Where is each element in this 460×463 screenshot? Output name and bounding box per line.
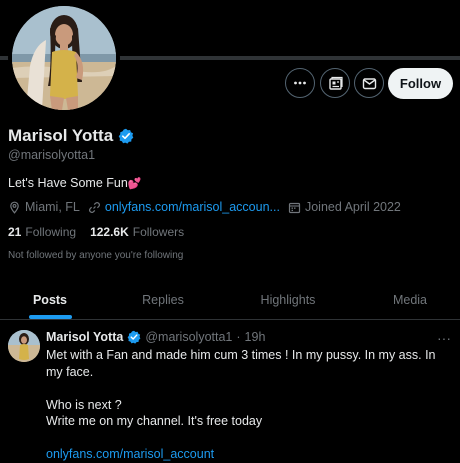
tweet-line-1: Met with a Fan and made him cum 3 times … xyxy=(46,348,436,379)
joined-text: Joined April 2022 xyxy=(304,200,401,214)
tweet-separator: · xyxy=(236,330,241,344)
follow-stats: 21 Following 122.6K Followers xyxy=(8,225,184,239)
following-label: Following xyxy=(25,225,77,239)
newsletter-icon xyxy=(328,76,343,91)
tweet-text: Met with a Fan and made him cum 3 times … xyxy=(46,347,451,463)
following-count: 21 xyxy=(8,225,22,239)
tweet-link[interactable]: onlyfans.com/marisol_account xyxy=(46,446,451,463)
joined-item: Joined April 2022 xyxy=(288,200,401,214)
followers-count: 122.6K xyxy=(90,225,129,239)
active-tab-indicator xyxy=(29,315,72,319)
followers-stat[interactable]: 122.6K Followers xyxy=(90,225,184,239)
more-options-button[interactable] xyxy=(285,68,315,98)
followers-label: Followers xyxy=(132,225,185,239)
tab-highlights[interactable]: Highlights xyxy=(236,280,340,319)
profile-bio: Let's Have Some Fun 💕 xyxy=(8,176,142,190)
website-item[interactable]: onlyfans.com/marisol_accoun... xyxy=(88,200,280,214)
tweet-header: Marisol Yotta @marisolyotta1 · 19h xyxy=(46,330,265,344)
website-link[interactable]: onlyfans.com/marisol_accoun... xyxy=(105,200,280,214)
mutual-followers-note: Not followed by anyone you're following xyxy=(8,250,184,261)
tweet-line-3: Write me on my channel. It's free today xyxy=(46,414,263,428)
tweet-timestamp[interactable]: 19h xyxy=(245,330,266,344)
profile-name-row: Marisol Yotta xyxy=(8,126,134,146)
bio-text: Let's Have Some Fun xyxy=(8,176,128,190)
location-text: Miami, FL xyxy=(25,200,80,214)
verified-badge-icon[interactable] xyxy=(127,330,141,344)
profile-tabs: Posts Replies Highlights Media xyxy=(0,280,460,320)
verified-badge-icon[interactable] xyxy=(118,128,134,144)
tweet-author-handle[interactable]: @marisolyotta1 xyxy=(145,330,232,344)
bio-emoji: 💕 xyxy=(127,177,142,190)
profile-avatar-frame[interactable] xyxy=(8,2,120,114)
more-horizontal-icon xyxy=(293,76,307,90)
tweet-author-name[interactable]: Marisol Yotta xyxy=(46,330,123,344)
location-item: Miami, FL xyxy=(8,200,80,214)
tab-posts[interactable]: Posts xyxy=(0,280,100,319)
profile-display-name: Marisol Yotta xyxy=(8,126,114,145)
tweet-line-2: Who is next ? xyxy=(46,397,122,412)
tweet-more-button[interactable]: ··· xyxy=(437,330,451,346)
message-button[interactable] xyxy=(354,68,384,98)
subscribe-newsletter-button[interactable] xyxy=(320,68,350,98)
tab-replies[interactable]: Replies xyxy=(112,280,214,319)
calendar-icon xyxy=(288,201,301,214)
following-stat[interactable]: 21 Following xyxy=(8,225,76,239)
link-icon xyxy=(88,201,101,214)
profile-handle: @marisolyotta1 xyxy=(8,148,96,162)
mail-icon xyxy=(362,76,377,91)
tweet-author-avatar[interactable] xyxy=(8,330,40,362)
profile-avatar[interactable] xyxy=(12,6,116,110)
profile-meta: Miami, FL onlyfans.com/marisol_accoun...… xyxy=(8,200,409,214)
location-pin-icon xyxy=(8,201,21,214)
tab-media[interactable]: Media xyxy=(360,280,460,319)
follow-button[interactable]: Follow xyxy=(388,68,453,99)
